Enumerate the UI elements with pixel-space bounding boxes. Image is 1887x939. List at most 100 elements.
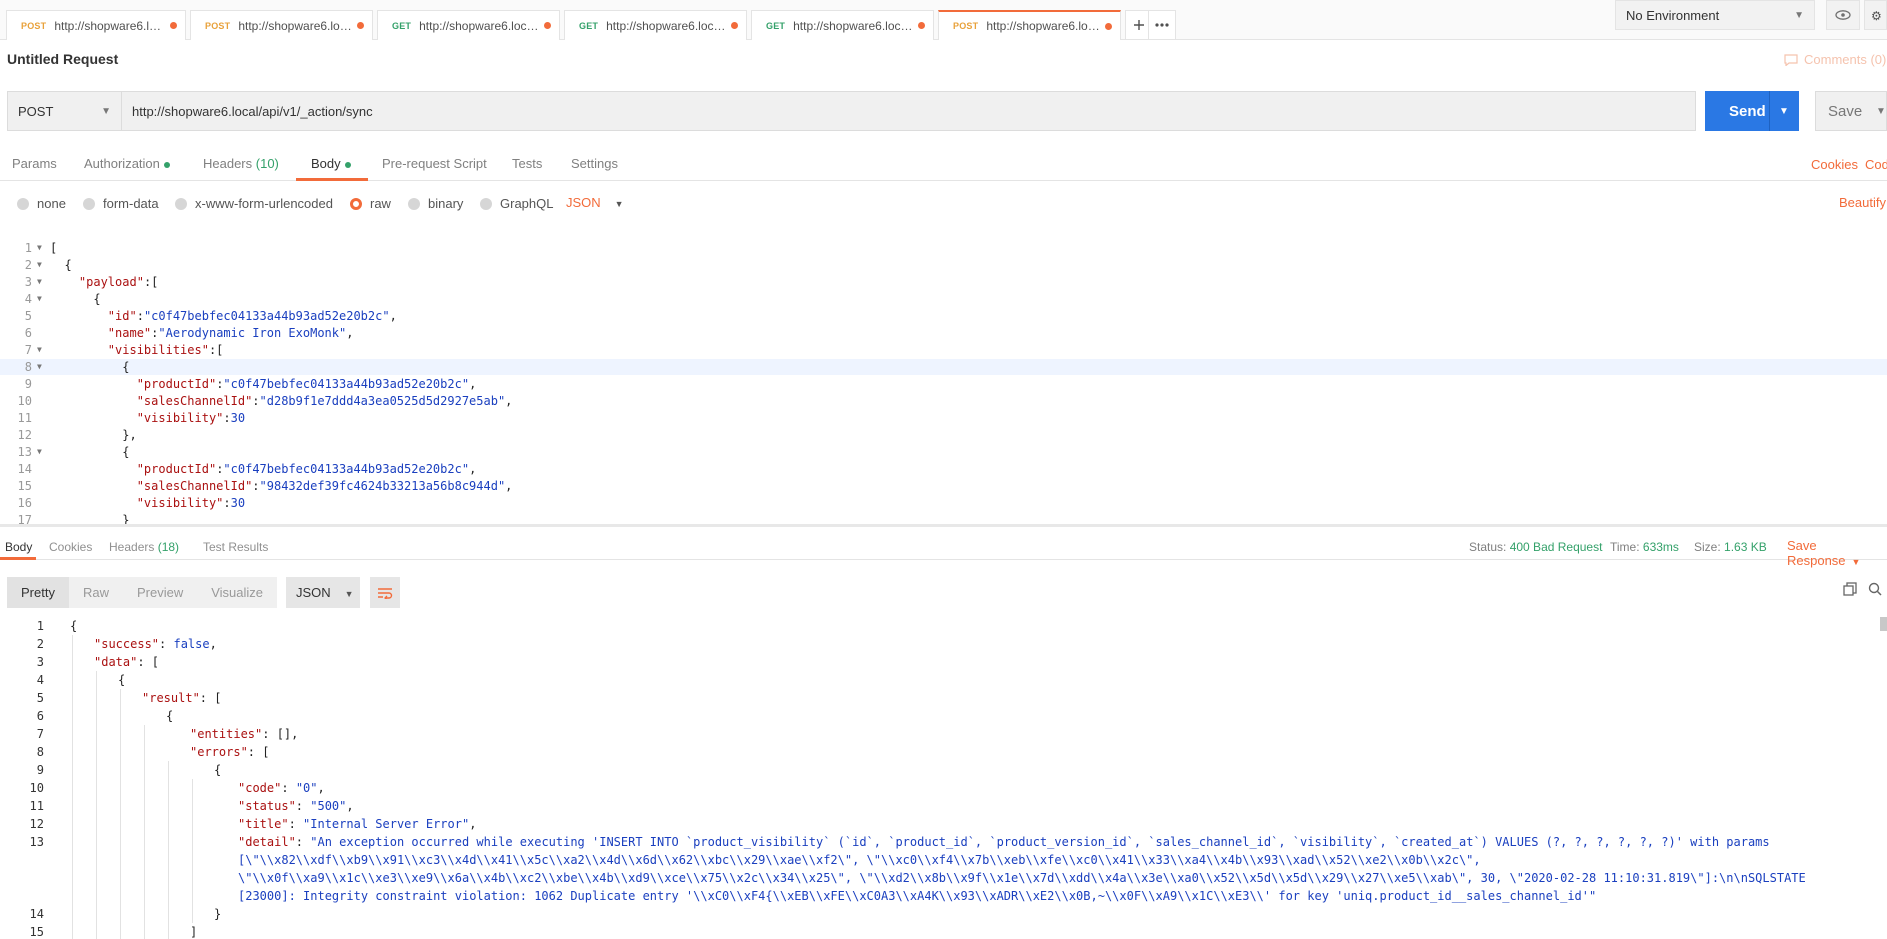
line-code: { [50, 292, 101, 306]
request-tab[interactable]: POST http://shopware6.local/api/v1/... [6, 10, 186, 40]
request-tab[interactable]: POST http://shopware6.local/api/oa... [190, 10, 373, 40]
editor-line[interactable]: 4 ▼ { [0, 291, 1887, 307]
line-number: 9 [24, 377, 32, 391]
url-input[interactable] [122, 91, 1696, 131]
resp-tab-body[interactable]: Body [5, 540, 32, 554]
response-line: 2 "success": false, [0, 635, 1880, 653]
tab-pre-request-script[interactable]: Pre-request Script [382, 156, 487, 171]
response-body[interactable]: 1{2 "success": false, 3 "data": [4{5 "result… [0, 617, 1887, 939]
line-number: 8 [36, 745, 44, 759]
fold-toggle-icon[interactable]: ▼ [37, 257, 42, 273]
response-format-select[interactable]: JSON ▼ [286, 577, 360, 608]
editor-line[interactable]: 17 } [0, 512, 1887, 524]
fold-toggle-icon[interactable]: ▼ [37, 444, 42, 460]
editor-line[interactable]: 9 "productId":"c0f47bebfec04133a44b93ad5… [0, 376, 1887, 392]
environment-select[interactable]: No Environment ▼ [1615, 0, 1815, 30]
status-label: Status: [1469, 540, 1507, 554]
tab-url: http://shopware6.local/api/v1/p... [793, 18, 914, 33]
editor-line[interactable]: 16 "visibility":30 [0, 495, 1887, 511]
editor-line[interactable]: 10 "salesChannelId":"d28b9f1e7ddd4a3ea05… [0, 393, 1887, 409]
resp-tab-headers[interactable]: Headers (18) [109, 540, 179, 554]
search-button[interactable] [1868, 582, 1882, 599]
body-format-select[interactable]: JSON ▼ [566, 195, 624, 210]
tab-authorization[interactable]: Authorization [84, 156, 170, 171]
send-divider [1769, 91, 1770, 131]
editor-line[interactable]: 13 ▼ { [0, 444, 1887, 460]
radio-circle-icon [175, 197, 187, 210]
editor-line[interactable]: 15 "salesChannelId":"98432def39fc4624b33… [0, 478, 1887, 494]
response-scrollbar[interactable] [1880, 617, 1887, 631]
chevron-down-icon: ▼ [101, 105, 111, 117]
resp-tab-cookies[interactable]: Cookies [49, 540, 92, 554]
more-horizontal-icon [1155, 23, 1169, 27]
plus-icon [1134, 20, 1144, 30]
response-line: 9{ [0, 761, 1880, 779]
environment-quick-look-button[interactable] [1826, 0, 1860, 30]
fold-toggle-icon[interactable]: ▼ [37, 359, 42, 375]
editor-line[interactable]: 1 ▼ [ [0, 240, 1887, 256]
beautify-button[interactable]: Beautify [1839, 195, 1886, 210]
view-visualize[interactable]: Visualize [197, 577, 277, 608]
radio-form-data[interactable]: form-data [83, 196, 159, 211]
radio-binary[interactable]: binary [408, 196, 463, 211]
status-dot-icon [163, 161, 170, 168]
radio-graphql[interactable]: GraphQL [480, 196, 553, 211]
manage-environments-button[interactable]: ⚙ [1864, 0, 1887, 30]
editor-line[interactable]: 8 ▼ { [0, 359, 1887, 375]
send-button[interactable]: Send ▼ [1705, 91, 1799, 131]
editor-line[interactable]: 3 ▼ "payload":[ [0, 274, 1887, 290]
copy-button[interactable] [1843, 582, 1857, 599]
tab-tests[interactable]: Tests [512, 156, 542, 171]
method-select[interactable]: POST ▼ [7, 91, 122, 131]
line-code: "data": [ [94, 655, 160, 669]
request-tab[interactable]: GET http://shopware6.local/api/v1/c... [377, 10, 560, 40]
save-label: Save [1828, 102, 1863, 120]
fold-toggle-icon[interactable]: ▼ [37, 342, 42, 358]
request-tab[interactable]: GET http://shopware6.local/api/v1/p... [564, 10, 747, 40]
radio-raw[interactable]: raw [350, 196, 391, 211]
tab-params[interactable]: Params [12, 156, 57, 171]
response-line: 15] [0, 923, 1880, 939]
editor-line[interactable]: 7 ▼ "visibilities":[ [0, 342, 1887, 358]
request-tab-active[interactable]: POST http://shopware6.local/api/v1/... [938, 10, 1121, 40]
chevron-down-icon[interactable]: ▼ [1876, 106, 1886, 117]
fold-toggle-icon[interactable]: ▼ [37, 291, 42, 307]
radio-urlencoded[interactable]: x-www-form-urlencoded [175, 196, 333, 211]
editor-line[interactable]: 5 "id":"c0f47bebfec04133a44b93ad52e20b2c… [0, 308, 1887, 324]
cookies-link[interactable]: Cookies [1811, 157, 1858, 172]
code-link[interactable]: Code [1865, 157, 1887, 172]
method-label: POST [18, 103, 54, 119]
response-line: 11 "status": "500", [0, 797, 1880, 815]
editor-line[interactable]: 2 ▼ { [0, 257, 1887, 273]
tab-settings[interactable]: Settings [571, 156, 618, 171]
chevron-down-icon[interactable]: ▼ [1779, 106, 1789, 117]
line-code: "payload":[ [78, 275, 159, 289]
editor-line[interactable]: 11 "visibility":30 [0, 410, 1887, 426]
save-button[interactable]: Save ▼ [1815, 91, 1887, 131]
view-preview[interactable]: Preview [123, 577, 197, 608]
line-code: "productId":"c0f47bebfec04133a44b93ad52e… [136, 462, 477, 476]
editor-line[interactable]: 6 "name":"Aerodynamic Iron ExoMonk", [0, 325, 1887, 341]
request-tab[interactable]: GET http://shopware6.local/api/v1/p... [751, 10, 934, 40]
wrap-lines-button[interactable] [370, 577, 400, 608]
line-number: 13 [29, 835, 44, 849]
request-name[interactable]: Untitled Request [7, 51, 118, 67]
pane-divider[interactable] [0, 524, 1887, 527]
resp-tab-test-results[interactable]: Test Results [203, 540, 268, 554]
view-raw[interactable]: Raw [69, 577, 123, 608]
tab-method: GET [766, 20, 786, 31]
line-code: "productId":"c0f47bebfec04133a44b93ad52e… [136, 377, 477, 391]
radio-none[interactable]: none [17, 196, 66, 211]
tab-headers[interactable]: Headers (10) [203, 156, 279, 171]
fold-toggle-icon[interactable]: ▼ [37, 240, 42, 256]
view-pretty[interactable]: Pretty [7, 577, 69, 608]
line-number: 13 [17, 445, 32, 459]
tab-body[interactable]: Body [311, 156, 351, 171]
editor-line[interactable]: 14 "productId":"c0f47bebfec04133a44b93ad… [0, 461, 1887, 477]
fold-toggle-icon[interactable]: ▼ [37, 274, 42, 290]
comments-button[interactable]: Comments (0) [1784, 52, 1886, 67]
request-body-editor[interactable]: 1 ▼ [2 ▼ {3 ▼ "payload":[4 ▼ {5 "id":"c0f47be… [0, 224, 1887, 524]
tab-options-button[interactable] [1148, 10, 1176, 40]
save-response-button[interactable]: Save Response ▼ [1787, 538, 1887, 568]
editor-line[interactable]: 12 }, [0, 427, 1887, 443]
